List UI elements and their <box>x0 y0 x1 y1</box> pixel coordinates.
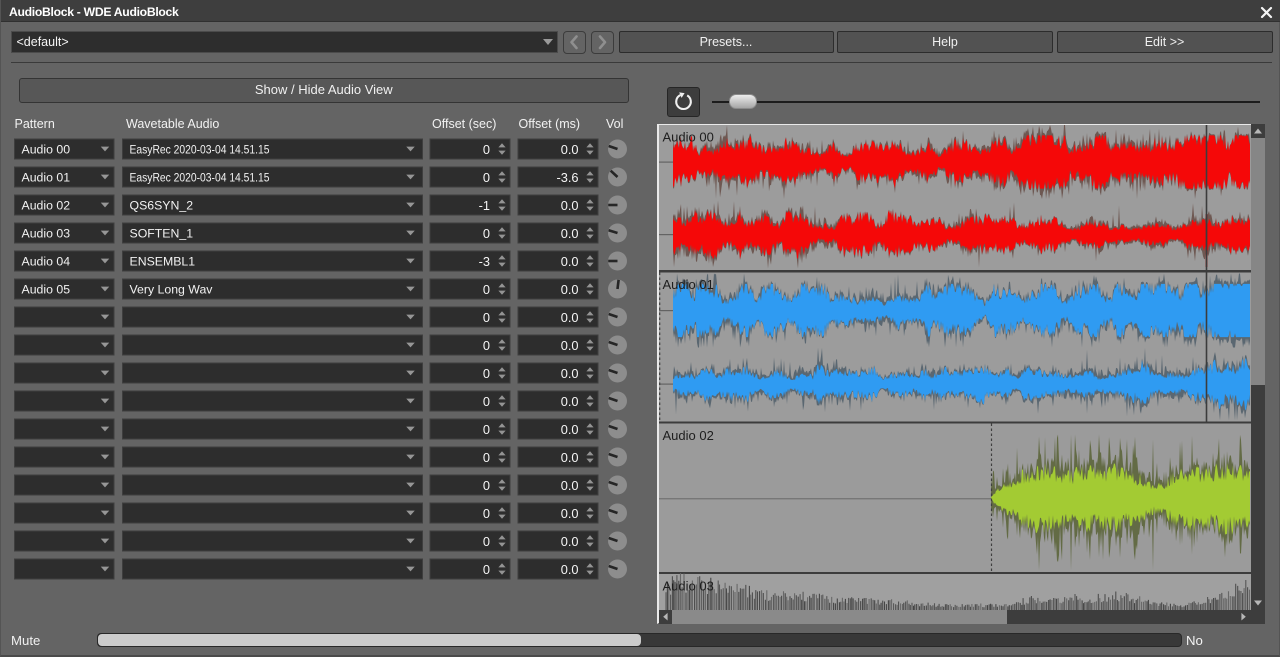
svg-text:Audio 02: Audio 02 <box>663 428 714 443</box>
svg-text:Audio 01: Audio 01 <box>663 277 714 292</box>
svg-text:Audio 00: Audio 00 <box>663 130 714 145</box>
svg-text:Audio 03: Audio 03 <box>663 579 714 594</box>
